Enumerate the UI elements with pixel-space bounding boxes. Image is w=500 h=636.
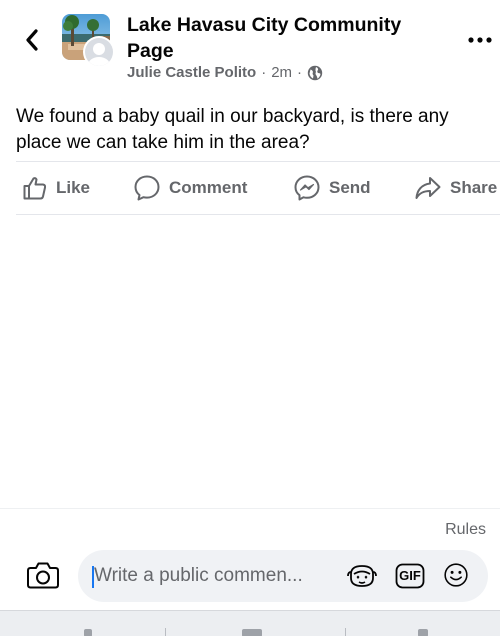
bottom-toolbar: [0, 610, 500, 636]
like-label: Like: [56, 178, 91, 197]
comment-composer: Rules GIF: [0, 508, 500, 610]
gif-label: GIF: [399, 568, 421, 583]
toolbar-mark[interactable]: [418, 629, 428, 636]
comment-label: Comment: [169, 178, 248, 197]
post-meta: Julie Castle Polito · 2m ·: [127, 64, 323, 81]
back-button[interactable]: [18, 26, 46, 54]
group-name[interactable]: Lake Havasu City Community Page: [127, 12, 437, 64]
thumbs-up-icon: [23, 177, 47, 200]
comment-input[interactable]: [94, 562, 334, 590]
meta-separator: ·: [261, 64, 267, 81]
divider: [16, 214, 500, 215]
messenger-icon: [294, 175, 320, 201]
author-name[interactable]: Julie Castle Polito: [127, 64, 256, 81]
like-button[interactable]: Like: [22, 174, 90, 202]
send-button[interactable]: Send: [293, 174, 371, 202]
more-horizontal-icon: [468, 37, 492, 43]
user-avatar[interactable]: [83, 36, 115, 68]
post-time[interactable]: 2m: [271, 64, 292, 81]
comment-button[interactable]: Comment: [133, 174, 247, 202]
toolbar-mark[interactable]: [242, 629, 262, 636]
post-text: We found a baby quail in our backyard, i…: [16, 106, 449, 153]
gif-button[interactable]: GIF: [395, 563, 425, 589]
globe-icon: [307, 65, 323, 80]
comment-bubble-icon: [134, 175, 160, 201]
post-avatar[interactable]: [62, 14, 122, 68]
camera-icon: [27, 562, 59, 589]
toolbar-divider: [345, 628, 346, 636]
toolbar-divider: [165, 628, 166, 636]
action-bar: Like Comment Send Share: [0, 162, 500, 214]
share-arrow-icon: [415, 177, 441, 199]
post-header: Lake Havasu City Community Page Julie Ca…: [0, 0, 500, 92]
send-label: Send: [329, 178, 371, 197]
avatar-sticker-icon[interactable]: [345, 563, 379, 589]
smiley-icon[interactable]: [441, 562, 471, 588]
camera-button[interactable]: [26, 560, 60, 592]
share-button[interactable]: Share: [414, 174, 497, 202]
person-icon: [88, 43, 110, 66]
more-options-button[interactable]: [466, 28, 494, 52]
toolbar-mark[interactable]: [84, 629, 92, 636]
share-label: Share: [450, 178, 498, 197]
meta-separator-2: ·: [297, 64, 303, 81]
chevron-left-icon: [26, 29, 38, 51]
rules-link[interactable]: Rules: [445, 521, 486, 539]
comment-input-box[interactable]: GIF: [78, 550, 488, 602]
